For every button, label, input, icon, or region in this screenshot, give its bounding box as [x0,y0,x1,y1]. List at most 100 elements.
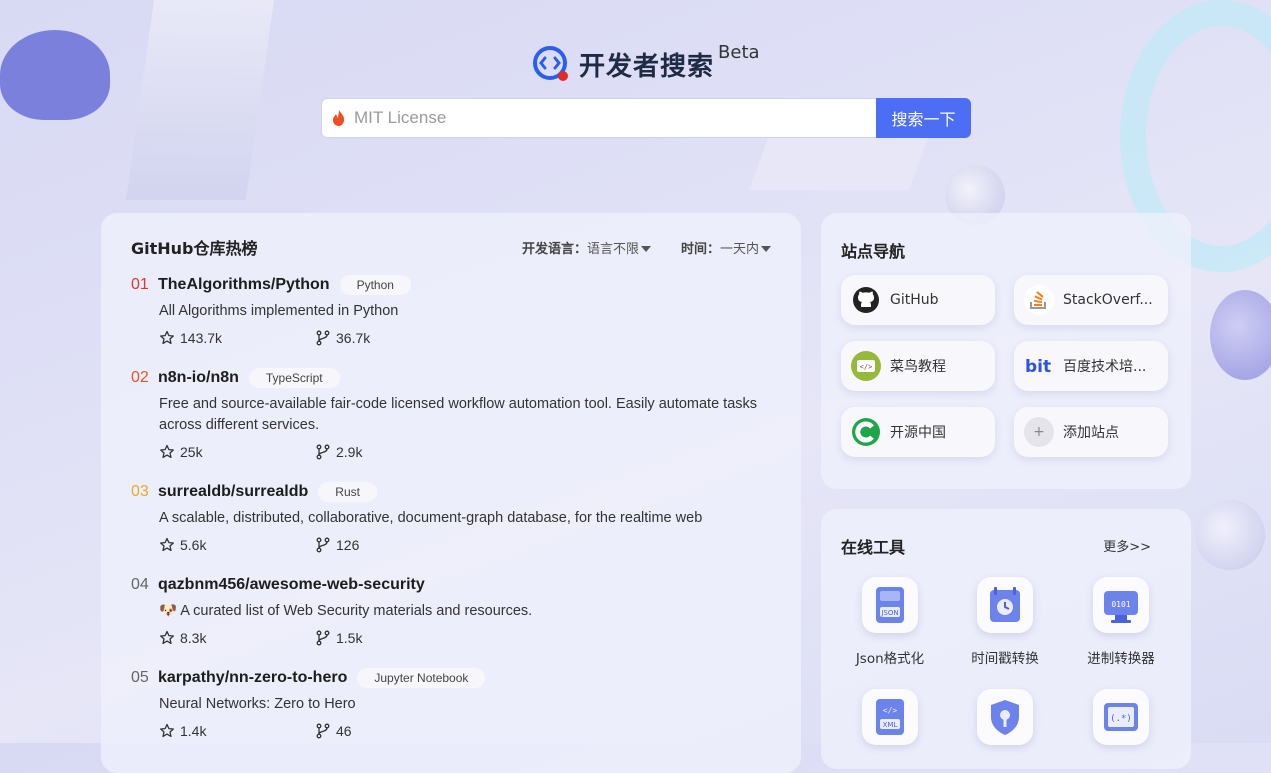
logo-text: 开发者搜索 [579,51,715,82]
repo-rank: 01 [131,276,149,293]
repo-item[interactable]: 03 surrealdb/surrealdb Rust A scalable, … [131,480,771,555]
repo-rank: 05 [131,669,149,686]
online-tools-panel: 在线工具 更多>> JSON Json格式化 时间戳转换 0101 进制转换器 … [821,509,1191,769]
repo-item[interactable]: 05 karpathy/nn-zero-to-hero Jupyter Note… [131,666,771,741]
svg-text:</>: </> [860,363,873,371]
search-field[interactable] [321,98,876,138]
filter-label: 时间： [680,241,720,257]
tool-xml-formatter[interactable]: </> XML [835,689,945,745]
repo-rank: 02 [131,369,149,386]
svg-text:</>: </> [883,706,898,715]
site-label: 添加站点 [1063,425,1119,441]
site-link-oschina[interactable]: 开源中国 [841,407,995,457]
tool-security[interactable] [950,689,1060,745]
caret-down-icon [640,245,651,252]
repo-description: A scalable, distributed, collaborative, … [159,510,703,526]
fork-count: 46 [336,723,352,739]
logo-icon [533,46,569,82]
fork-count: 2.9k [336,444,363,460]
fork-count: 126 [336,537,360,553]
site-logo[interactable]: 开发者搜索 Beta [533,41,760,84]
site-label: 开源中国 [890,425,946,441]
tool-timestamp-converter[interactable]: 时间戳转换 [950,577,1060,667]
language-tag: Python [339,275,411,295]
site-label: 菜鸟教程 [890,359,946,375]
panel-title: 站点导航 [841,242,906,261]
site-label: 百度技术培... [1063,359,1147,375]
fork-icon [316,444,330,460]
star-count: 8.3k [180,630,207,646]
svg-text:(.*): (.*) [1110,714,1132,724]
repo-description: Free and source-available fair-code lice… [159,396,758,433]
fork-icon [316,330,330,346]
timestamp-icon [977,577,1033,633]
tool-label: 时间戳转换 [971,651,1039,667]
star-count: 5.6k [180,537,207,553]
star-icon [160,630,174,645]
filter-value: 语言不限 [586,241,639,257]
site-label: GitHub [890,292,939,308]
json-icon: JSON [862,577,918,633]
star-icon [160,444,174,459]
svg-text:bit: bit [1025,357,1051,377]
background-sphere [1195,500,1265,570]
filter-value: 一天内 [719,241,759,257]
background-shape [749,130,931,190]
add-site-button[interactable]: + 添加站点 [1014,407,1168,457]
site-link-baidu-bit[interactable]: bit 百度技术培... [1014,341,1168,391]
tool-label: 进制转换器 [1087,651,1155,667]
runoob-icon: </> [851,351,881,381]
repo-name-link[interactable]: qazbnm456/awesome-web-security [158,576,425,594]
fork-icon [316,537,330,553]
repo-name-link[interactable]: surrealdb/surrealdb [158,483,308,501]
language-filter[interactable]: 开发语言：语言不限 [522,238,651,257]
tool-base-converter[interactable]: 0101 进制转换器 [1066,577,1176,667]
site-label: StackOverf... [1063,292,1153,308]
language-tag: Jupyter Notebook [357,668,486,688]
beta-label: Beta [718,41,760,63]
fire-icon [333,110,345,126]
time-filter[interactable]: 时间：一天内 [681,238,771,257]
regex-icon: (.*) [1093,689,1149,745]
repo-rank: 03 [131,483,149,500]
search-button[interactable]: 搜索一下 [876,98,971,138]
svg-text:JSON: JSON [880,609,898,617]
repo-item[interactable]: 01 TheAlgorithms/Python Python All Algor… [131,273,771,348]
site-nav-panel: 站点导航 GitHub StackOverf... </> 菜鸟教程 bit 百… [821,213,1191,489]
site-link-github[interactable]: GitHub [841,275,995,325]
search-bar: 搜索一下 [321,98,971,138]
oschina-icon [851,417,881,447]
repo-item[interactable]: 02 n8n-io/n8n TypeScript Free and source… [131,366,771,462]
star-count: 25k [180,444,203,460]
binary-icon: 0101 [1093,577,1149,633]
fork-count: 36.7k [336,330,371,346]
svg-text:XML: XML [883,721,898,729]
filter-label: 开发语言： [521,241,587,257]
site-link-stackoverflow[interactable]: StackOverf... [1014,275,1168,325]
language-tag: Rust [318,482,377,502]
repo-name-link[interactable]: karpathy/nn-zero-to-hero [158,669,347,687]
plus-icon: + [1024,417,1054,447]
star-count: 1.4k [180,723,207,739]
repo-name-link[interactable]: n8n-io/n8n [158,369,239,387]
tool-regex[interactable]: (.*) [1066,689,1176,745]
search-input[interactable] [352,107,836,129]
repo-description: 🐶 A curated list of Web Security materia… [159,603,533,619]
background-shape [125,0,275,200]
repo-item[interactable]: 04 qazbnm456/awesome-web-security 🐶 A cu… [131,573,771,648]
stackoverflow-icon [1024,285,1054,315]
star-icon [160,330,174,345]
star-icon [160,537,174,552]
more-tools-link[interactable]: 更多>> [1103,536,1151,555]
repo-name-link[interactable]: TheAlgorithms/Python [158,276,330,294]
fork-icon [316,723,330,739]
panel-title: GitHub仓库热榜 [131,239,258,258]
github-trending-header: GitHub仓库热榜 开发语言：语言不限 时间：一天内 [131,235,771,259]
panel-title: 在线工具 [841,538,906,557]
repo-rank: 04 [131,576,149,593]
tool-json-formatter[interactable]: JSON Json格式化 [835,577,945,667]
site-link-runoob[interactable]: </> 菜鸟教程 [841,341,995,391]
repo-description: Neural Networks: Zero to Hero [159,696,356,712]
background-sphere [1210,290,1271,380]
repo-description: All Algorithms implemented in Python [159,303,399,319]
